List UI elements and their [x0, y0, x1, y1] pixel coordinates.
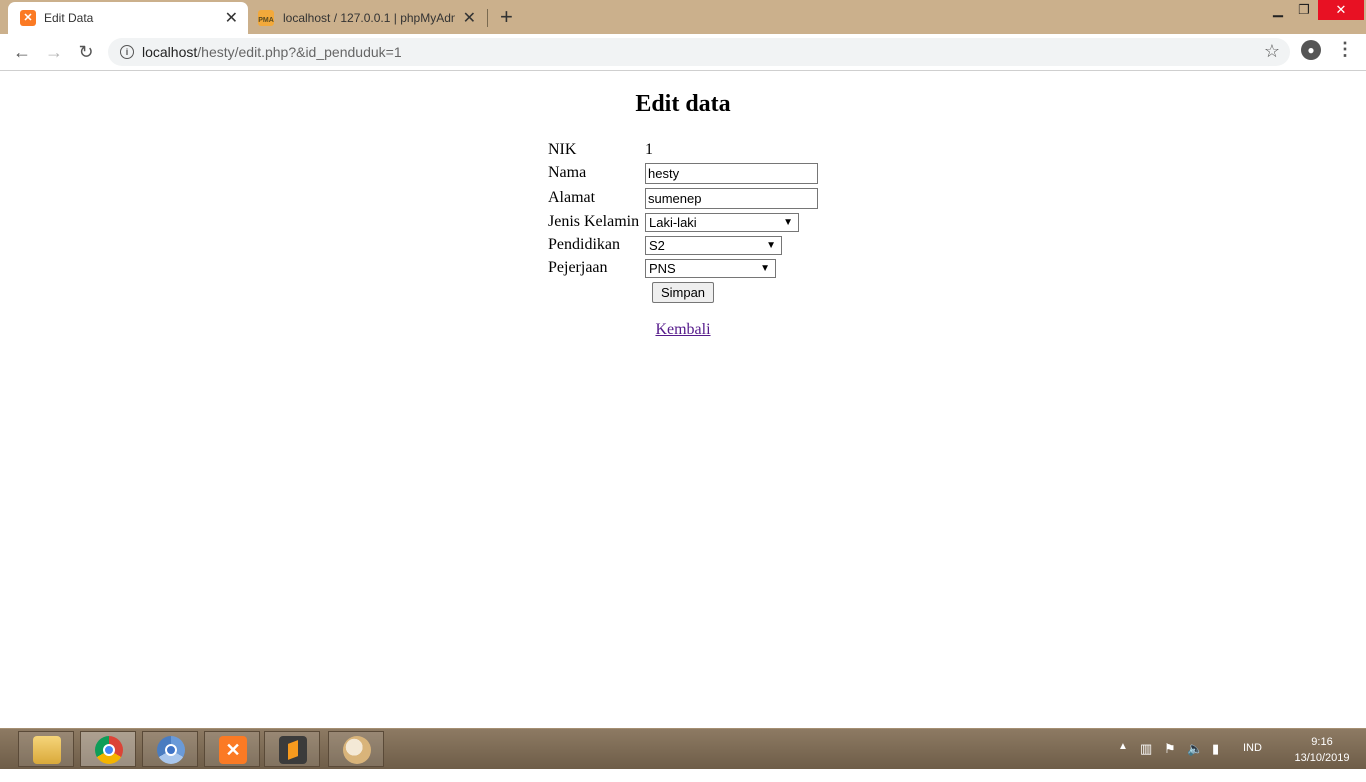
address-bar[interactable]: i localhost/hesty/edit.php?&id_penduduk=… — [108, 38, 1290, 66]
tab-separator — [487, 9, 488, 27]
taskbar-file-explorer[interactable] — [18, 731, 74, 767]
taskbar-chromium[interactable] — [142, 731, 198, 767]
close-window-icon[interactable]: ✕ — [1318, 0, 1364, 20]
restore-icon[interactable]: ❐ — [1292, 0, 1316, 20]
taskbar-chrome[interactable] — [80, 731, 136, 767]
bookmark-star-icon[interactable]: ☆ — [1264, 41, 1280, 62]
nik-label: NIK — [548, 141, 577, 158]
page-content: Edit data NIK 1 Nama hesty Alamat sumene… — [0, 71, 1366, 728]
pekerjaan-select[interactable]: PNS ▼ — [645, 259, 776, 278]
page-title: Edit data — [635, 91, 731, 117]
url-path: /hesty/edit.php?&id_penduduk=1 — [197, 44, 402, 60]
dropdown-arrow-icon: ▼ — [760, 263, 770, 274]
xampp-icon: ✕ — [20, 10, 36, 26]
phpmyadmin-icon: PMA — [258, 10, 274, 26]
forward-arrow-icon[interactable]: → — [42, 40, 66, 64]
flag-icon[interactable]: ⚑ — [1164, 741, 1176, 781]
browser-toolbar: ← → ↻ i localhost/hesty/edit.php?&id_pen… — [0, 34, 1366, 71]
pendidikan-selected: S2 — [649, 238, 665, 253]
tab-close-icon[interactable]: ✕ — [225, 8, 238, 28]
windows-taskbar: ✕ ▲ ▥ ⚑ 🔈 ▮ IND 9:16 13/10/2019 — [0, 728, 1366, 769]
jenis-kelamin-select[interactable]: Laki-laki ▼ — [645, 213, 799, 232]
chrome-icon — [95, 736, 123, 764]
minimize-icon[interactable]: ▁ — [1266, 0, 1290, 20]
jenis-kelamin-selected: Laki-laki — [649, 215, 697, 230]
paint-icon — [343, 736, 371, 764]
pekerjaan-label: Pejerjaan — [548, 259, 608, 276]
pendidikan-select[interactable]: S2 ▼ — [645, 236, 782, 255]
pekerjaan-selected: PNS — [649, 261, 676, 276]
language-indicator[interactable]: IND — [1243, 742, 1262, 782]
clock-date: 13/10/2019 — [1294, 752, 1350, 764]
nama-input[interactable]: hesty — [645, 163, 818, 184]
taskbar-xampp[interactable]: ✕ — [204, 731, 260, 767]
clock-time: 9:16 — [1311, 736, 1333, 748]
file-explorer-icon — [33, 736, 61, 764]
alamat-input[interactable]: sumenep — [645, 188, 818, 209]
network-icon[interactable]: ▥ — [1140, 741, 1152, 781]
kebab-menu-icon[interactable]: ⋮ — [1336, 39, 1354, 60]
nik-value: 1 — [645, 141, 653, 158]
url-host: localhost — [142, 44, 198, 60]
back-link-container: Kembali — [0, 321, 1366, 339]
tab-edit-data[interactable]: ✕ Edit Data ✕ — [8, 2, 248, 34]
simpan-button[interactable]: Simpan — [652, 282, 714, 303]
clock[interactable]: 9:16 13/10/2019 — [1290, 734, 1354, 774]
account-icon[interactable]: ● — [1301, 40, 1321, 60]
back-arrow-icon[interactable]: ← — [10, 40, 34, 64]
tab-close-icon[interactable]: ✕ — [463, 8, 476, 28]
tab-phpmyadmin[interactable]: PMA localhost / 127.0.0.1 | phpMyAdmin ✕ — [250, 2, 486, 34]
tab-title: Edit Data — [44, 11, 94, 25]
jenis-kelamin-label: Jenis Kelamin — [548, 213, 640, 230]
tab-title: localhost / 127.0.0.1 | phpMyAdmin — [283, 11, 455, 25]
new-tab-icon[interactable]: + — [500, 4, 513, 30]
dropdown-arrow-icon: ▼ — [766, 240, 776, 251]
nama-label: Nama — [548, 164, 587, 181]
kembali-link[interactable]: Kembali — [655, 321, 710, 338]
reload-icon[interactable]: ↻ — [74, 40, 98, 64]
taskbar-sublime[interactable] — [264, 731, 320, 767]
info-icon[interactable]: i — [120, 45, 134, 59]
alamat-label: Alamat — [548, 189, 596, 206]
pendidikan-label: Pendidikan — [548, 236, 620, 253]
dropdown-arrow-icon: ▼ — [783, 217, 793, 228]
xampp-icon: ✕ — [219, 736, 247, 764]
url-text[interactable]: localhost/hesty/edit.php?&id_penduduk=1 — [142, 44, 402, 60]
browser-tab-strip: ✕ Edit Data ✕ PMA localhost / 127.0.0.1 … — [0, 0, 1366, 34]
volume-icon[interactable]: 🔈 — [1187, 741, 1203, 781]
sublime-text-icon — [279, 736, 307, 764]
show-hidden-icons-icon[interactable]: ▲ — [1118, 741, 1128, 781]
taskbar-paint[interactable] — [328, 731, 384, 767]
chromium-icon — [157, 736, 185, 764]
battery-icon[interactable]: ▮ — [1212, 741, 1219, 781]
